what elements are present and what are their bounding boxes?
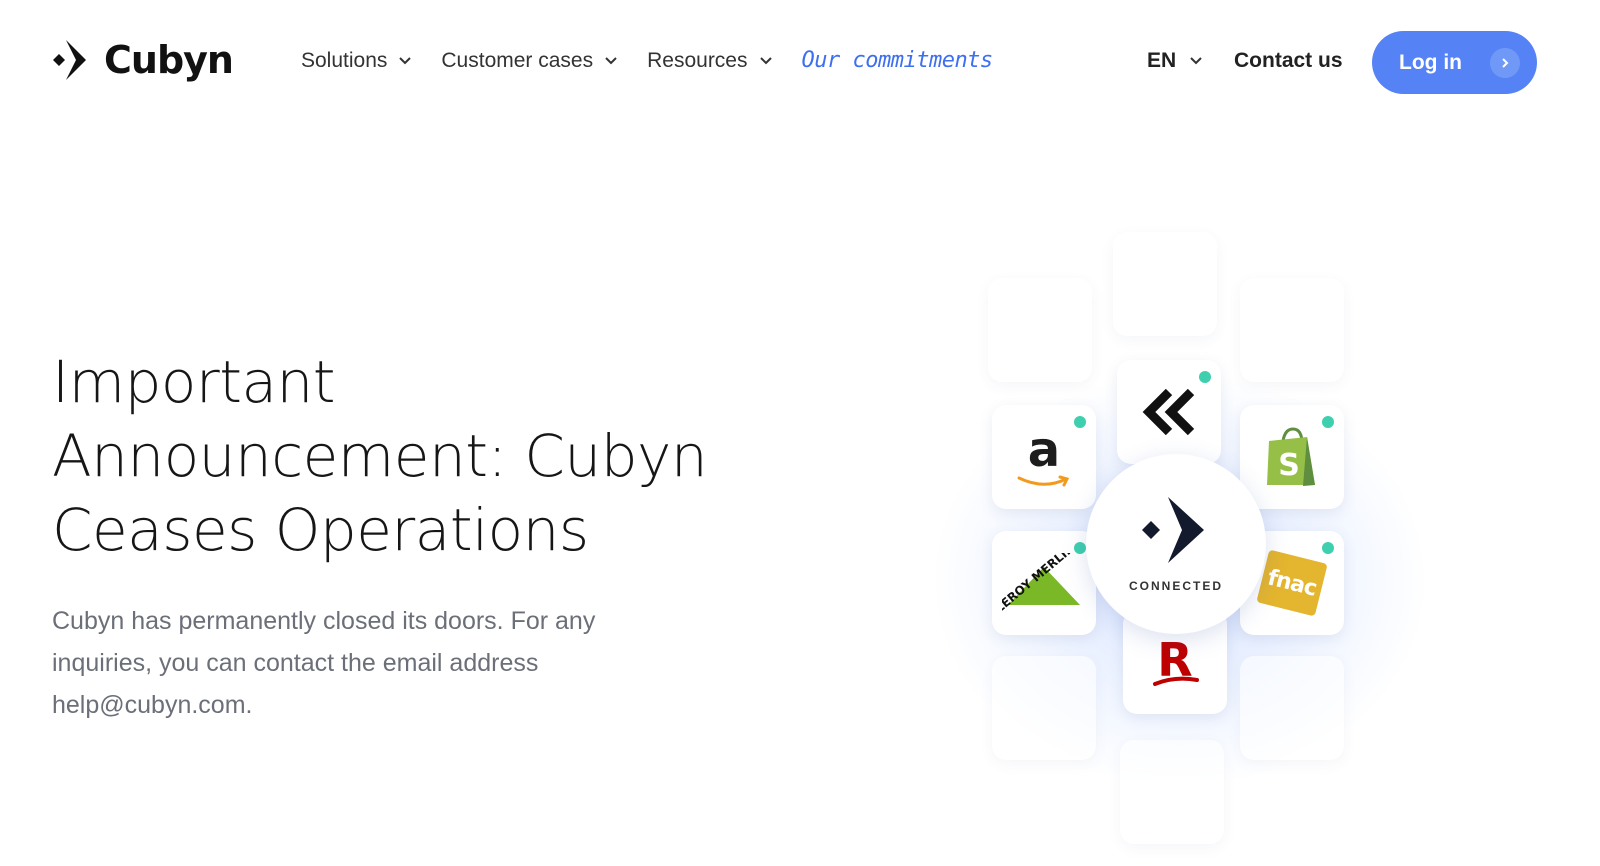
status-dot	[1322, 542, 1334, 554]
connected-label: CONNECTED	[1128, 579, 1223, 593]
nav-resources-label: Resources	[647, 48, 748, 72]
nav-our-commitments[interactable]: Our commitments	[802, 48, 994, 73]
announcement-text: Cubyn has permanently closed its doors. …	[52, 607, 596, 719]
integrations-illustration: a S LEROY MERLIN fnac R CONNECTED	[900, 220, 1460, 866]
rakuten-logo: R	[1153, 633, 1199, 687]
title-line: Announcement: Cubyn	[52, 422, 708, 490]
chevrons-tile	[1117, 360, 1221, 464]
nav-resources[interactable]: Resources	[647, 48, 772, 73]
shopify-tile: S	[1240, 405, 1344, 509]
chevron-down-icon	[1190, 57, 1202, 65]
status-dot	[1074, 542, 1086, 554]
status-dot	[1322, 416, 1334, 428]
nav-solutions-label: Solutions	[301, 48, 388, 72]
title-line: Ceases Operations	[52, 496, 589, 564]
shopify-letter: S	[1278, 448, 1300, 483]
title-line: Important	[52, 348, 336, 416]
amazon-smile-icon	[1017, 475, 1070, 487]
status-dot	[1074, 416, 1086, 428]
login-button[interactable]: Log in	[1372, 31, 1537, 94]
empty-tile	[1120, 740, 1224, 844]
language-label: EN	[1147, 49, 1177, 72]
language-selector[interactable]: EN	[1147, 49, 1202, 73]
page-title: Important Announcement: Cubyn Ceases Ope…	[52, 345, 752, 567]
empty-tile	[1113, 232, 1217, 336]
fnac-text: fnac	[1265, 564, 1319, 602]
leroy-merlin-logo: LEROY MERLIN	[1002, 553, 1080, 613]
empty-tile	[1240, 278, 1344, 382]
double-chevron-left-icon	[1142, 389, 1195, 435]
fnac-logo: fnac	[1256, 549, 1328, 617]
chevron-down-icon	[605, 56, 617, 65]
nav-customer-cases-label: Customer cases	[441, 48, 594, 72]
empty-tile	[1240, 656, 1344, 760]
connected-hub: CONNECTED	[1086, 454, 1266, 634]
chevron-down-icon	[399, 56, 412, 65]
chevron-down-icon	[759, 56, 772, 65]
status-dot	[1199, 371, 1211, 383]
main-nav: Solutions Customer cases Resources Our c…	[301, 48, 1023, 73]
shopify-bag-icon: S	[1267, 427, 1315, 486]
amazon-logo: a	[1027, 422, 1061, 478]
leroy-merlin-tile: LEROY MERLIN	[992, 531, 1096, 635]
brand-name: Cubyn	[104, 38, 234, 82]
chevron-right-icon	[1490, 48, 1520, 78]
amazon-tile: a	[992, 405, 1096, 509]
cubyn-logo-icon	[53, 40, 86, 80]
nav-customer-cases[interactable]: Customer cases	[441, 49, 617, 73]
login-label: Log in	[1399, 50, 1462, 74]
contact-us-link[interactable]: Contact us	[1234, 49, 1343, 73]
nav-solutions[interactable]: Solutions	[301, 48, 412, 73]
empty-tile	[992, 656, 1096, 760]
brand-logo[interactable]: Cubyn	[52, 38, 234, 82]
cubyn-logo-icon	[1142, 497, 1204, 563]
empty-tile	[988, 278, 1092, 382]
